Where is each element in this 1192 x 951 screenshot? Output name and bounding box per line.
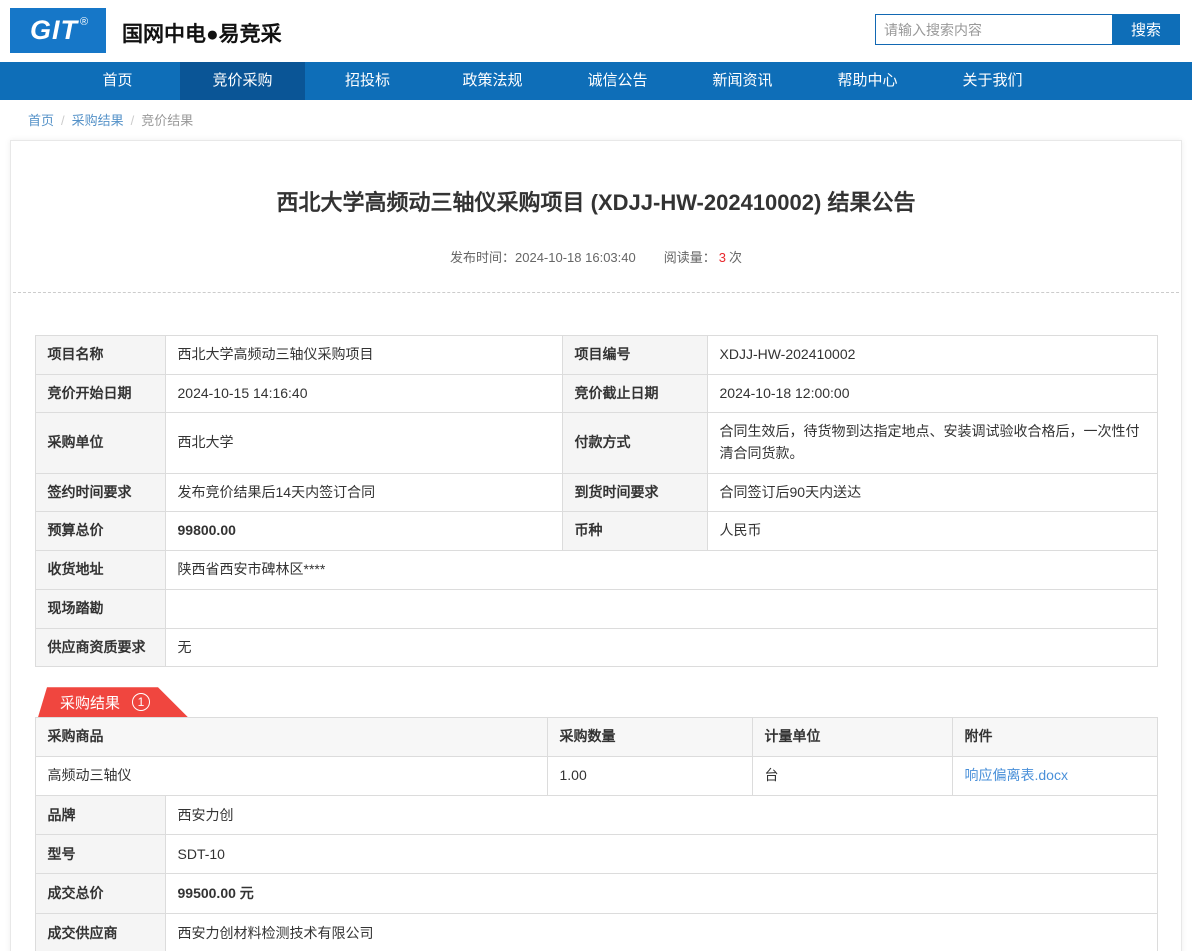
product-name-cell: 高频动三轴仪 bbox=[34, 755, 548, 796]
table-row: 采购单位 西北大学 付款方式 合同生效后，待货物到达指定地点、安装调试验收合格后… bbox=[34, 412, 1158, 474]
nav-item-news[interactable]: 新闻资讯 bbox=[680, 62, 805, 100]
table-row: 高频动三轴仪 1.00 台 响应偏离表.docx bbox=[34, 755, 1158, 796]
info-label-budget-total: 预算总价 bbox=[34, 511, 166, 552]
info-value-payment-method: 合同生效后，待货物到达指定地点、安装调试验收合格后，一次性付清合同货款。 bbox=[706, 412, 1158, 474]
nav-item-about-us[interactable]: 关于我们 bbox=[930, 62, 1055, 100]
views-unit: 次 bbox=[728, 250, 742, 265]
site-logo[interactable]: GIT ® bbox=[10, 8, 106, 53]
badge-label: 采购结果 bbox=[60, 694, 121, 712]
info-value-bid-start-date: 2024-10-15 14:16:40 bbox=[164, 373, 563, 414]
views-count: 3 bbox=[718, 250, 726, 265]
nav-item-bidding-procurement[interactable]: 竞价采购 bbox=[180, 62, 305, 100]
detail-label-brand: 品牌 bbox=[34, 794, 166, 835]
nav-item-home[interactable]: 首页 bbox=[55, 62, 180, 100]
info-label-project-name: 项目名称 bbox=[34, 335, 166, 375]
info-value-bid-end-date: 2024-10-18 12:00:00 bbox=[706, 373, 1158, 414]
nav-item-integrity-notices[interactable]: 诚信公告 bbox=[555, 62, 680, 100]
top-header: GIT® 国网中电●易竞采 搜索 bbox=[0, 0, 1192, 62]
site-title: 国网中电●易竞采 bbox=[122, 23, 282, 46]
info-label-delivery-time: 到货时间要求 bbox=[561, 472, 708, 513]
nav-item-help-center[interactable]: 帮助中心 bbox=[805, 62, 930, 100]
breadcrumb-home[interactable]: 首页 bbox=[28, 113, 54, 128]
info-label-supplier-qualification: 供应商资质要求 bbox=[34, 627, 166, 668]
info-value-delivery-address: 陕西省西安市碑林区**** bbox=[164, 550, 1158, 590]
info-value-budget-total: 99800.00 bbox=[164, 511, 563, 552]
info-value-delivery-time: 合同签订后90天内送达 bbox=[706, 472, 1158, 513]
product-quantity-cell: 1.00 bbox=[546, 755, 753, 796]
info-value-supplier-qualification: 无 bbox=[164, 627, 1158, 668]
info-value-currency: 人民币 bbox=[706, 511, 1158, 552]
col-header-quantity: 采购数量 bbox=[546, 717, 753, 757]
table-row: 供应商资质要求 无 bbox=[34, 627, 1158, 668]
col-header-unit: 计量单位 bbox=[751, 717, 953, 757]
publish-time-label: 发布时间： bbox=[450, 250, 516, 265]
table-row: 型号 SDT-10 bbox=[34, 833, 1158, 875]
table-row: 成交总价 99500.00 元 bbox=[34, 873, 1158, 914]
nav-item-tendering[interactable]: 招投标 bbox=[305, 62, 430, 100]
logo-text: GIT bbox=[29, 15, 78, 45]
search-button[interactable]: 搜索 bbox=[1112, 14, 1180, 45]
table-row: 品牌 西安力创 bbox=[34, 794, 1158, 835]
nav-item-policies[interactable]: 政策法规 bbox=[430, 62, 555, 100]
procurement-result-badge: 采购结果 1 bbox=[38, 687, 188, 718]
detail-value-deal-total-price: 99500.00 元 bbox=[164, 873, 1158, 914]
search-input[interactable] bbox=[875, 14, 1112, 45]
registered-trademark-icon: ® bbox=[79, 15, 89, 28]
detail-label-winning-supplier: 成交供应商 bbox=[34, 912, 166, 951]
col-header-product: 采购商品 bbox=[34, 717, 548, 757]
main-nav: 首页 竞价采购 招投标 政策法规 诚信公告 新闻资讯 帮助中心 关于我们 bbox=[0, 62, 1192, 100]
info-label-payment-method: 付款方式 bbox=[561, 412, 708, 474]
info-label-signing-time: 签约时间要求 bbox=[34, 472, 166, 513]
attachment-cell: 响应偏离表.docx bbox=[951, 755, 1158, 796]
info-label-delivery-address: 收货地址 bbox=[34, 550, 166, 590]
table-row: 预算总价 99800.00 币种 人民币 bbox=[34, 511, 1158, 552]
result-product-table: 采购商品 采购数量 计量单位 附件 高频动三轴仪 1.00 台 响应偏离表.do… bbox=[34, 717, 1158, 796]
table-row: 竞价开始日期 2024-10-15 14:16:40 竞价截止日期 2024-1… bbox=[34, 373, 1158, 414]
detail-label-deal-total-price: 成交总价 bbox=[34, 873, 166, 914]
info-value-project-name: 西北大学高频动三轴仪采购项目 bbox=[164, 335, 563, 375]
article-meta: 发布时间：2024-10-18 16:03:40 阅读量： 3 次 bbox=[11, 247, 1181, 266]
info-label-project-number: 项目编号 bbox=[561, 335, 708, 375]
info-label-bid-start-date: 竞价开始日期 bbox=[34, 373, 166, 414]
table-header-row: 采购商品 采购数量 计量单位 附件 bbox=[34, 717, 1158, 757]
detail-value-brand: 西安力创 bbox=[164, 794, 1158, 835]
result-detail-table: 品牌 西安力创 型号 SDT-10 成交总价 99500.00 元 成交供应商 … bbox=[34, 794, 1158, 951]
detail-label-model: 型号 bbox=[34, 833, 166, 875]
project-info-table: 项目名称 西北大学高频动三轴仪采购项目 项目编号 XDJJ-HW-2024100… bbox=[34, 335, 1158, 668]
col-header-attachment: 附件 bbox=[951, 717, 1158, 757]
info-label-site-survey: 现场踏勘 bbox=[34, 588, 166, 629]
info-value-purchasing-unit: 西北大学 bbox=[164, 412, 563, 474]
breadcrumb: 首页 / 采购结果 / 竞价结果 bbox=[0, 100, 1192, 138]
page-title: 西北大学高频动三轴仪采购项目 (XDJJ-HW-202410002) 结果公告 bbox=[276, 190, 916, 215]
dashed-divider bbox=[13, 292, 1179, 293]
breadcrumb-procurement-results[interactable]: 采购结果 bbox=[72, 113, 124, 128]
info-label-currency: 币种 bbox=[561, 511, 708, 552]
info-label-bid-end-date: 竞价截止日期 bbox=[561, 373, 708, 414]
info-value-project-number: XDJJ-HW-202410002 bbox=[706, 335, 1158, 375]
info-label-purchasing-unit: 采购单位 bbox=[34, 412, 166, 474]
breadcrumb-separator: / bbox=[61, 113, 65, 128]
breadcrumb-current: 竞价结果 bbox=[141, 113, 194, 128]
detail-value-winning-supplier: 西安力创材料检测技术有限公司 bbox=[164, 912, 1158, 951]
detail-value-model: SDT-10 bbox=[164, 833, 1158, 875]
product-unit-cell: 台 bbox=[751, 755, 953, 796]
badge-count: 1 bbox=[132, 693, 151, 712]
info-value-site-survey bbox=[164, 588, 1158, 629]
info-value-signing-time: 发布竞价结果后14天内签订合同 bbox=[164, 472, 563, 513]
views-label: 阅读量： bbox=[663, 250, 716, 265]
search-bar: 搜索 bbox=[875, 14, 1180, 45]
table-row: 签约时间要求 发布竞价结果后14天内签订合同 到货时间要求 合同签订后90天内送… bbox=[34, 472, 1158, 513]
attachment-link[interactable]: 响应偏离表.docx bbox=[965, 767, 1068, 783]
table-row: 收货地址 陕西省西安市碑林区**** bbox=[34, 550, 1158, 590]
announcement-card: 西北大学高频动三轴仪采购项目 (XDJJ-HW-202410002) 结果公告 … bbox=[10, 140, 1182, 951]
table-row: 成交供应商 西安力创材料检测技术有限公司 bbox=[34, 912, 1158, 951]
publish-time-value: 2024-10-18 16:03:40 bbox=[515, 250, 636, 265]
table-row: 项目名称 西北大学高频动三轴仪采购项目 项目编号 XDJJ-HW-2024100… bbox=[34, 335, 1158, 375]
breadcrumb-separator: / bbox=[130, 113, 135, 128]
table-row: 现场踏勘 bbox=[34, 588, 1158, 629]
